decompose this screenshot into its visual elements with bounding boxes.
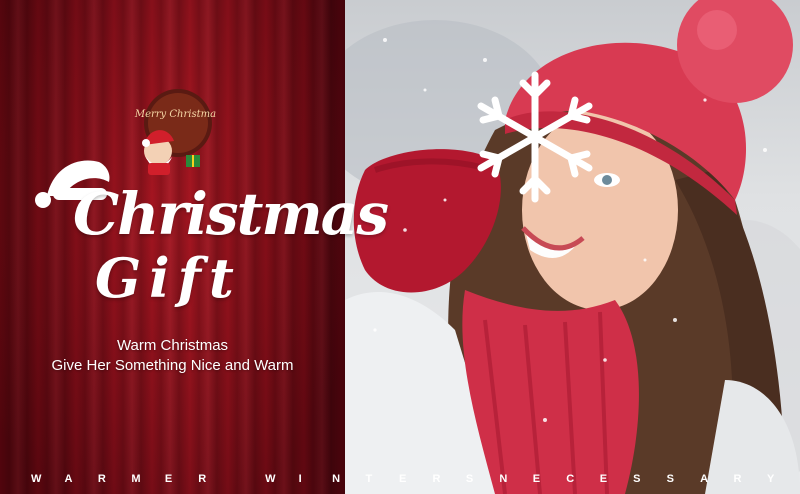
photo-illustration bbox=[345, 0, 800, 494]
christmas-gift-banner: Merry Christmas Christmas Gift Warm Chri… bbox=[0, 0, 800, 494]
title-christmas: Christmas bbox=[73, 180, 389, 248]
subtitle-line-2: Give Her Something Nice and Warm bbox=[51, 357, 294, 374]
christmas-gift-title: Christmas Gift bbox=[35, 148, 389, 318]
woman-winter-photo bbox=[345, 0, 800, 494]
badge-text: Merry Christmas bbox=[134, 109, 216, 120]
subtitle-line-1: Warm Christmas bbox=[116, 337, 229, 354]
title-gift: Gift bbox=[95, 246, 242, 310]
tagline: WARMER WINTERSNECESSARY bbox=[31, 473, 775, 485]
